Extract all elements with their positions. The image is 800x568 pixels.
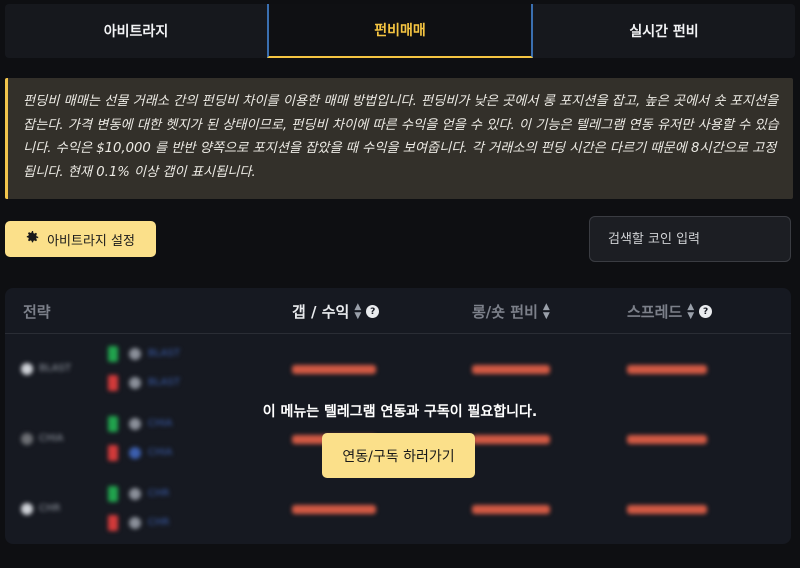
coin-name: BLAST [39,363,71,374]
coin-search-input[interactable] [589,216,791,262]
sort-icon[interactable]: ▲ ▼ [687,302,694,321]
gear-icon [26,231,39,247]
coin-icon [21,363,33,375]
coin-icon [21,433,33,445]
spread-value [627,505,707,514]
question-circle-icon[interactable]: ? [699,305,713,318]
header-long-short-funding[interactable]: 롱/숏 펀비 ▲ ▼ [472,301,550,322]
funding-value [472,435,550,444]
short-indicator [108,445,118,461]
tab-funding-trade[interactable]: 펀비매매 [267,4,533,58]
question-circle-icon[interactable]: ? [366,305,380,318]
table-row[interactable]: BLAST BLAST BLAST [5,335,791,405]
tab-bar: 아비트라지 펀비매매 실시간 펀비 [5,4,795,58]
sort-icon[interactable]: ▲ ▼ [543,302,550,321]
exchange-icon [129,377,141,389]
sort-icon[interactable]: ▲ ▼ [354,302,361,321]
coin-name: CHIA [39,433,64,444]
tab-arbitrage[interactable]: 아비트라지 [5,4,267,58]
long-exchange: BLAST [148,348,180,359]
subscribe-button[interactable]: 연동/구독 하러가기 [322,433,475,478]
tab-realtime-funding[interactable]: 실시간 펀비 [533,4,795,58]
spread-value [627,435,707,444]
funding-value [472,365,550,374]
short-exchange: CHR [148,517,170,528]
coin-icon [21,503,33,515]
exchange-icon [129,348,141,360]
header-strategy: 전략 [23,303,51,321]
header-spread[interactable]: 스프레드 ▲ ▼ ? [627,301,713,322]
arbitrage-settings-button[interactable]: 아비트라지 설정 [5,221,156,257]
table-header: 전략 갭 / 수익 ▲ ▼ ? 롱/숏 펀비 ▲ ▼ 스프레드 ▲ ▼ ? [5,288,791,334]
subscription-required-message: 이 메뉴는 텔레그램 연동과 구독이 필요합니다. [262,404,538,420]
table-row[interactable]: CHR CHR CHR [5,475,791,544]
exchange-icon [129,447,141,459]
coin-name: CHR [39,503,61,514]
info-banner: 펀딩비 매매는 선물 거래소 간의 펀딩비 차이를 이용한 매매 방법입니다. … [5,78,793,199]
long-indicator [108,346,118,362]
funding-value [472,505,550,514]
header-gap-profit[interactable]: 갭 / 수익 ▲ ▼ ? [292,301,380,322]
long-indicator [108,486,118,502]
short-indicator [108,375,118,391]
long-exchange: CHR [148,488,170,499]
short-exchange: CHIA [148,447,173,458]
gap-profit-value [292,505,376,514]
spread-value [627,365,707,374]
settings-button-label: 아비트라지 설정 [47,233,135,249]
short-exchange: BLAST [148,377,180,388]
gap-profit-value [292,365,376,374]
exchange-icon [129,488,141,500]
exchange-icon [129,517,141,529]
short-indicator [108,515,118,531]
